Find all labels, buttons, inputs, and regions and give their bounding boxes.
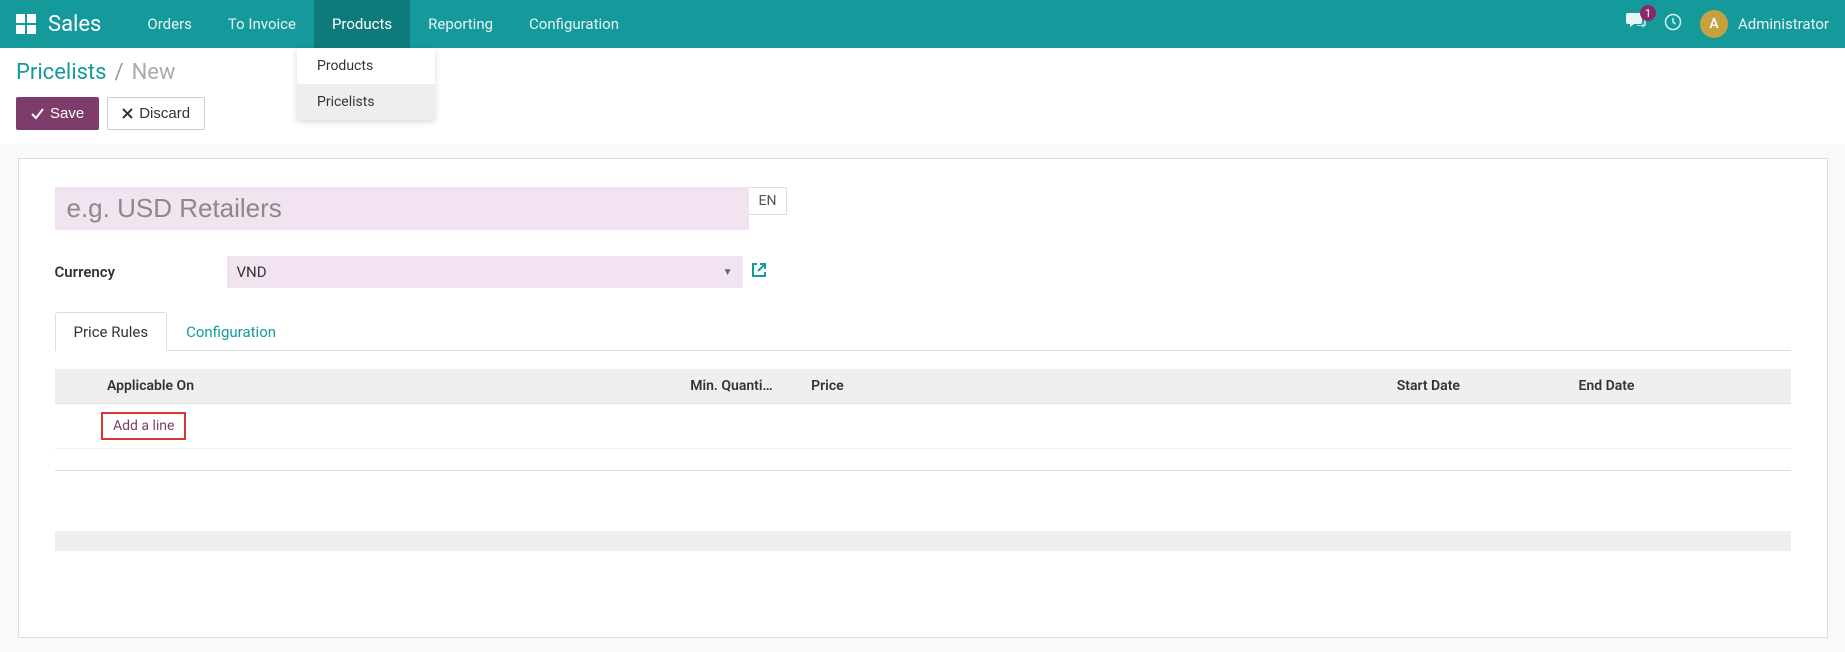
nav-item-reporting[interactable]: Reporting [410,0,511,48]
dropdown-item-pricelists[interactable]: Pricelists [297,84,435,120]
col-actions [1748,369,1791,404]
currency-select-wrap: VND ▼ [227,256,767,288]
save-label: Save [50,105,84,122]
products-dropdown: Products Pricelists [297,48,435,120]
nav-items: Orders To Invoice Products Reporting Con… [129,0,637,48]
title-row: EN [55,187,1791,230]
nav-item-to-invoice[interactable]: To Invoice [210,0,314,48]
tab-configuration[interactable]: Configuration [167,312,295,351]
language-tag[interactable]: EN [749,187,788,215]
add-line-button[interactable]: Add a line [101,412,186,440]
top-navbar: Sales Orders To Invoice Products Reporti… [0,0,1845,48]
price-rules-table: Applicable On Min. Quanti… Price Start D… [55,369,1791,551]
col-price[interactable]: Price [801,369,1387,404]
breadcrumb-current: New [132,60,176,85]
tab-price-rules[interactable]: Price Rules [55,312,168,351]
nav-item-configuration[interactable]: Configuration [511,0,637,48]
messages-icon[interactable]: 1 [1626,13,1646,35]
col-end-date[interactable]: End Date [1569,369,1748,404]
activity-icon[interactable] [1664,13,1682,35]
discard-label: Discard [139,105,190,122]
check-icon [31,107,44,120]
breadcrumb-separator: / [114,60,123,85]
currency-value: VND [237,263,267,281]
form-sheet: EN Currency VND ▼ Price Rules Configurat… [18,158,1828,638]
col-handle [55,369,98,404]
close-icon [122,108,133,119]
currency-select[interactable]: VND ▼ [227,256,743,288]
app-brand[interactable]: Sales [48,12,101,37]
tabs: Price Rules Configuration [55,312,1791,351]
sub-header: Pricelists / New Save Discard [0,48,1845,144]
messages-badge: 1 [1640,5,1656,21]
nav-item-products[interactable]: Products [314,0,410,48]
discard-button[interactable]: Discard [107,97,205,130]
currency-row: Currency VND ▼ [55,256,1791,288]
dropdown-item-products[interactable]: Products [297,48,435,84]
table-row: Add a line [55,404,1791,449]
col-min-quantity[interactable]: Min. Quanti… [680,369,801,404]
col-start-date[interactable]: Start Date [1387,369,1569,404]
nav-item-orders[interactable]: Orders [129,0,210,48]
nav-right: 1 A Administrator [1626,10,1829,38]
currency-label: Currency [55,263,227,281]
sheet-wrapper: EN Currency VND ▼ Price Rules Configurat… [0,144,1845,652]
avatar: A [1700,10,1728,38]
save-button[interactable]: Save [16,97,99,130]
breadcrumb-parent[interactable]: Pricelists [16,60,106,85]
chevron-down-icon: ▼ [723,267,733,278]
breadcrumb: Pricelists / New [16,60,1829,85]
col-applicable-on[interactable]: Applicable On [97,369,680,404]
pricelist-name-input[interactable] [55,187,749,230]
table-separator [55,449,1791,471]
username: Administrator [1738,15,1829,33]
table-footer-block [55,531,1791,551]
user-menu[interactable]: A Administrator [1700,10,1829,38]
apps-icon[interactable] [16,14,36,34]
external-link-icon[interactable] [751,262,767,282]
action-buttons: Save Discard [16,97,1829,130]
